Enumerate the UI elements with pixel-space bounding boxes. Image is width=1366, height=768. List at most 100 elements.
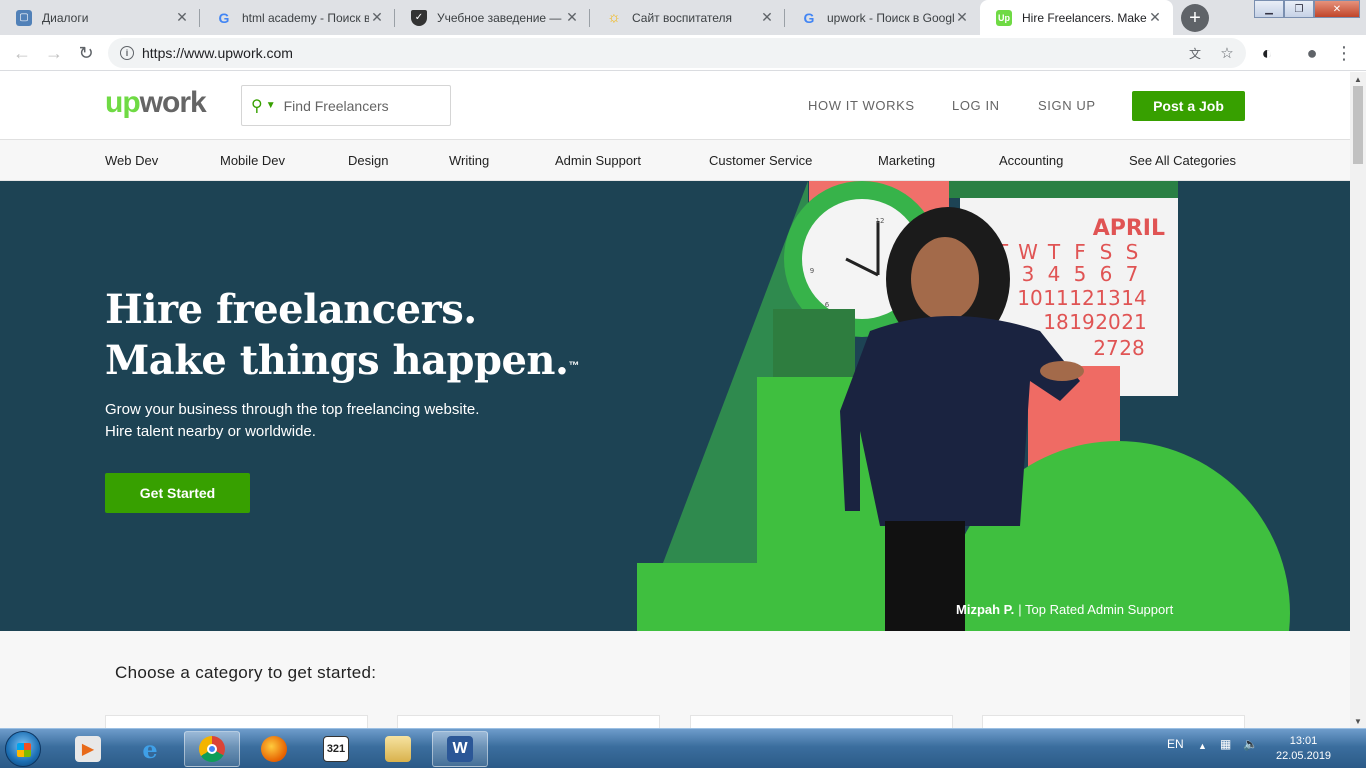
extension-icon[interactable]: ◐: [1255, 41, 1279, 65]
file-explorer-icon: [385, 736, 411, 762]
tab-title: Hire Freelancers. Make things happen.: [1022, 10, 1147, 25]
profile-icon[interactable]: ●: [1300, 41, 1324, 65]
calendar-date: 13: [1095, 286, 1120, 310]
taskbar-app[interactable]: 321: [308, 731, 364, 767]
scroll-down-icon[interactable]: ▼: [1350, 714, 1366, 728]
close-tab-icon[interactable]: ✕: [174, 9, 190, 26]
close-tab-icon[interactable]: ✕: [369, 9, 385, 26]
category-card[interactable]: [397, 715, 660, 728]
category-card[interactable]: [105, 715, 368, 728]
page-scrollbar[interactable]: ▲ ▼: [1350, 72, 1366, 728]
reload-icon[interactable]: ↻: [74, 41, 98, 65]
upwork-logo[interactable]: upwork: [105, 86, 207, 120]
web-page: upwork ⚲ ▼ Find Freelancers HOW IT WORKS…: [0, 72, 1350, 728]
category-link-writing[interactable]: Writing: [449, 153, 489, 168]
close-tab-icon[interactable]: ✕: [1147, 9, 1163, 26]
taskbar-app[interactable]: e: [122, 731, 178, 767]
taskbar-app-active[interactable]: [184, 731, 240, 767]
minimize-icon[interactable]: ▁: [1254, 0, 1284, 18]
log-in-link[interactable]: LOG IN: [952, 98, 1000, 113]
dark-green-cylinder-shape: [773, 309, 855, 377]
translate-icon[interactable]: 文: [1186, 44, 1204, 62]
browser-tab[interactable]: ☼ Сайт воспитателя ✕: [590, 0, 785, 35]
chevron-down-icon[interactable]: ▼: [266, 100, 276, 111]
section-title: Choose a category to get started:: [115, 663, 377, 682]
caption-role: | Top Rated Admin Support: [1018, 602, 1174, 617]
system-clock[interactable]: 13:01 22.05.2019: [1276, 734, 1331, 764]
site-info-icon[interactable]: i: [120, 46, 134, 60]
vk-dialogs-icon: ▢: [16, 9, 32, 26]
calendar-month: APRIL: [1093, 216, 1165, 241]
browser-tab[interactable]: ▢ Диалоги ✕: [0, 0, 200, 35]
taskbar-app[interactable]: [370, 731, 426, 767]
scroll-up-icon[interactable]: ▲: [1350, 72, 1366, 86]
green-strip-shape: [949, 181, 1178, 198]
bookmark-star-icon[interactable]: ☆: [1218, 44, 1236, 62]
browser-tab[interactable]: G html academy - Поиск в Google ✕: [200, 0, 395, 35]
forward-icon[interactable]: →: [42, 41, 66, 65]
how-it-works-link[interactable]: HOW IT WORKS: [808, 98, 915, 113]
category-link-see-all[interactable]: See All Categories: [1129, 153, 1236, 168]
volume-icon[interactable]: 🔈: [1243, 737, 1258, 751]
category-link-marketing[interactable]: Marketing: [878, 153, 935, 168]
clock-time: 13:01: [1289, 735, 1318, 747]
calendar-date: 12: [1069, 286, 1094, 310]
category-nav: Web Dev Mobile Dev Design Writing Admin …: [0, 140, 1350, 181]
calendar-date: 20: [1095, 310, 1120, 334]
category-card[interactable]: [690, 715, 953, 728]
category-link-accounting[interactable]: Accounting: [999, 153, 1063, 168]
site-header: upwork ⚲ ▼ Find Freelancers HOW IT WORKS…: [0, 72, 1350, 140]
category-link-mobile-dev[interactable]: Mobile Dev: [220, 153, 285, 168]
calendar-date: 19: [1069, 310, 1094, 334]
close-tab-icon[interactable]: ✕: [759, 9, 775, 26]
logo-up: up: [105, 86, 141, 119]
hero-banner: APRIL T W T F S S 3 4 5 6 7 10 11 12 13: [0, 181, 1350, 631]
maximize-icon[interactable]: ❐: [1284, 0, 1314, 18]
browser-tab[interactable]: ✓ Учебное заведение — Пик ✕: [395, 0, 590, 35]
category-card[interactable]: [982, 715, 1245, 728]
menu-dots-icon[interactable]: ⋮: [1332, 41, 1356, 65]
calendar-date: 7: [1126, 262, 1139, 286]
tab-title: Учебное заведение — Пик: [437, 10, 564, 25]
address-bar[interactable]: i https://www.upwork.com 文 ☆: [108, 38, 1246, 68]
category-link-admin-support[interactable]: Admin Support: [555, 153, 641, 168]
show-hidden-icons-icon[interactable]: ▲: [1198, 741, 1207, 751]
category-link-design[interactable]: Design: [348, 153, 388, 168]
browser-tab-active[interactable]: Up Hire Freelancers. Make things happen.…: [980, 0, 1173, 35]
network-icon[interactable]: ▦: [1220, 737, 1231, 751]
hero-title: Hire freelancers. Make things happen.™: [105, 284, 579, 386]
browser-tab[interactable]: G upwork - Поиск в Google ✕: [785, 0, 980, 35]
close-window-icon[interactable]: ✕: [1314, 0, 1360, 18]
search-placeholder: Find Freelancers: [283, 97, 389, 114]
internet-explorer-icon: e: [142, 734, 158, 764]
new-tab-button[interactable]: +: [1181, 4, 1209, 32]
calendar-date: 6: [1100, 262, 1113, 286]
taskbar-app[interactable]: ▶: [60, 731, 116, 767]
back-icon[interactable]: ←: [10, 41, 34, 65]
scrollbar-thumb[interactable]: [1353, 86, 1363, 164]
calendar-date: 3: [1022, 262, 1035, 286]
get-started-button[interactable]: Get Started: [105, 473, 250, 513]
search-freelancers-input[interactable]: ⚲ ▼ Find Freelancers: [241, 85, 451, 126]
tab-title: Сайт воспитателя: [632, 10, 733, 25]
sign-up-link[interactable]: SIGN UP: [1038, 98, 1096, 113]
clock-number: 6: [825, 301, 830, 309]
close-tab-icon[interactable]: ✕: [954, 9, 970, 26]
close-tab-icon[interactable]: ✕: [564, 9, 580, 26]
calendar-date: 21: [1121, 310, 1146, 334]
search-icon: ⚲: [251, 97, 263, 115]
category-link-customer-service[interactable]: Customer Service: [709, 153, 812, 168]
calendar-date: 4: [1048, 262, 1061, 286]
category-link-web-dev[interactable]: Web Dev: [105, 153, 158, 168]
language-indicator[interactable]: EN: [1167, 737, 1184, 751]
media-player-icon: ▶: [75, 736, 101, 762]
start-button[interactable]: [5, 731, 41, 767]
calendar-date: 11: [1043, 286, 1068, 310]
post-job-button[interactable]: Post a Job: [1132, 91, 1245, 121]
browser-tab-strip: ▢ Диалоги ✕ G html academy - Поиск в Goo…: [0, 0, 1366, 35]
taskbar-app-active[interactable]: W: [432, 731, 488, 767]
category-section: Choose a category to get started:: [0, 631, 1350, 728]
taskbar-app[interactable]: [246, 731, 302, 767]
calendar-date: 28: [1119, 336, 1144, 360]
calendar-date: 14: [1121, 286, 1146, 310]
